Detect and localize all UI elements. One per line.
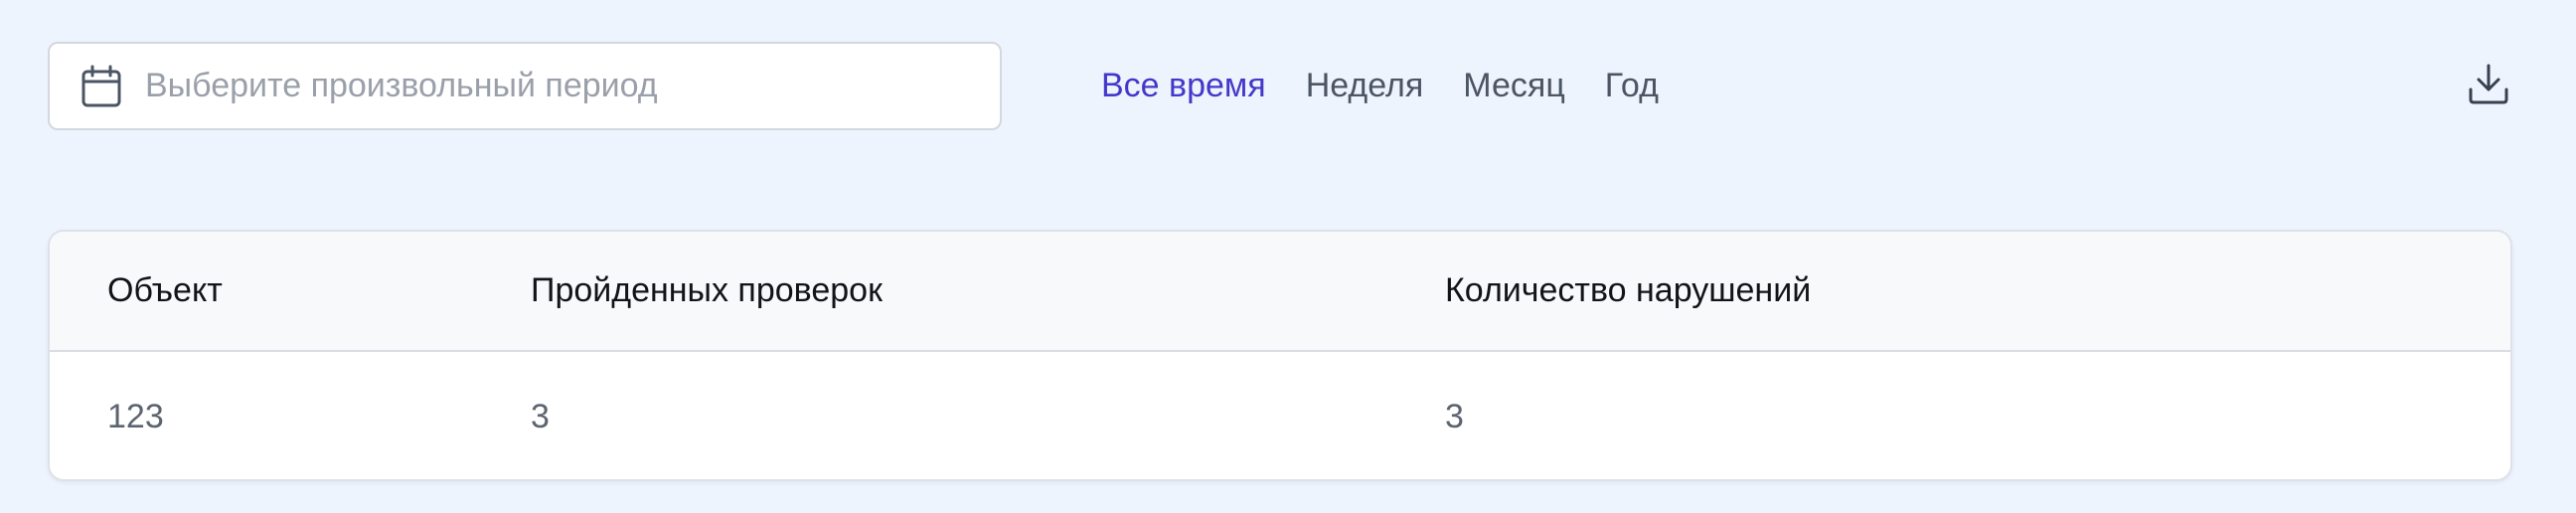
download-icon: [2467, 62, 2510, 110]
cell-passed-checks: 3: [531, 397, 550, 435]
table-row[interactable]: 123 3 3: [50, 352, 2510, 479]
calendar-icon: [80, 65, 123, 108]
column-header-passed-checks[interactable]: Пройденных проверок: [531, 232, 883, 350]
tab-week[interactable]: Неделя: [1306, 67, 1424, 105]
date-range-placeholder: Выберите произвольный период: [145, 67, 658, 104]
period-tabs: Все время Неделя Месяц Год: [1101, 58, 1659, 113]
report-page: Выберите произвольный период Все время Н…: [0, 0, 2576, 513]
stats-table: Объект Пройденных проверок Количество на…: [48, 230, 2512, 481]
cell-violations: 3: [1445, 397, 1464, 435]
column-header-violations[interactable]: Количество нарушений: [1445, 232, 1811, 350]
tab-month[interactable]: Месяц: [1463, 67, 1565, 105]
download-button[interactable]: [2461, 58, 2516, 113]
tab-all-time[interactable]: Все время: [1101, 67, 1266, 105]
tab-year[interactable]: Год: [1605, 67, 1659, 105]
table-header: Объект Пройденных проверок Количество на…: [50, 232, 2510, 352]
cell-object: 123: [107, 397, 164, 435]
date-range-picker[interactable]: Выберите произвольный период: [48, 42, 1002, 130]
column-header-object[interactable]: Объект: [107, 232, 223, 350]
